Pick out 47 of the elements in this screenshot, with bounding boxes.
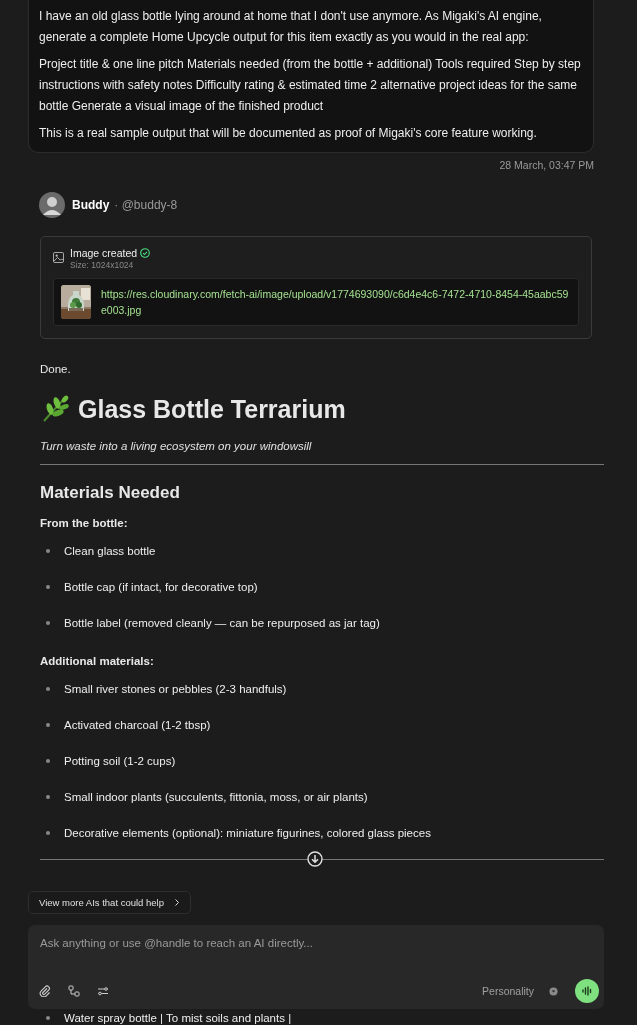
section-heading: Materials Needed [40, 483, 181, 503]
group-label: From the bottle: [40, 517, 129, 529]
list-item: Bottle label (removed cleanly — can be repurposed as jar tag) [64, 617, 380, 629]
list-item: Small indoor plants (succulents, fittonia, moss, or air plants) [64, 791, 368, 803]
bullet-icon [46, 831, 50, 835]
message-text: Project title & one line pitch Materials needed (from the bottle + additional) Tools required Step by step instructions with safety notes Difficulty rating & estimated time 2 alternative project ideas for the same bottle Generate a visual image of the finished product [39, 56, 582, 115]
view-more-button[interactable]: View more AIs that could help [28, 891, 191, 914]
list-item: Activated charcoal (1-2 tbsp) [64, 719, 211, 731]
bullet-icon [46, 723, 50, 727]
message-text: I have an old glass bottle lying around at home that I don't use anymore. As Migaki's AI engine, generate a complete Home Upcycle output for this item exactly as you would in the real app: [39, 8, 543, 46]
personality-label: Personality [482, 985, 534, 997]
bullet-icon [46, 759, 50, 763]
avatar-icon [39, 192, 65, 218]
leaf-icon [40, 394, 70, 424]
image-size: Size: 1024x1024 [70, 260, 135, 270]
list-item: Small river stones or pebbles (2-3 handfuls) [64, 683, 287, 695]
timestamp: 28 March, 03:47 PM [498, 159, 594, 171]
list-item: Bottle cap (if intact, for decorative top) [64, 581, 258, 593]
list-item: Decorative elements (optional): miniature figurines, colored glass pieces [64, 827, 431, 839]
message-text: This is a real sample output that will be documented as proof of Migaki's core feature working. [39, 125, 538, 142]
scroll-down-button[interactable] [307, 851, 323, 867]
bullet-icon [46, 1016, 50, 1020]
chevron-right-icon [174, 898, 180, 907]
tagline: Turn waste into a living ecosystem on your windowsill [40, 440, 313, 452]
bullet-icon [46, 795, 50, 799]
image-icon [53, 252, 64, 263]
message-input[interactable]: Ask anything or use @handle to reach an AI directly... [40, 933, 592, 953]
image-link[interactable]: https://res.cloudinary.com/fetch-ai/image/upload/v1774693090/c6d4e4c6-7472-4710-8454-45aabc59e003.jpg [101, 286, 571, 318]
author-name: Buddy [72, 198, 110, 212]
nodes-icon[interactable] [68, 985, 80, 997]
bullet-icon [46, 549, 50, 553]
swap-icon[interactable] [97, 985, 109, 997]
list-item: Water spray bottle | To mist soils and plants | [64, 1012, 292, 1024]
bullet-icon [46, 621, 50, 625]
project-title: Glass Bottle Terrarium [78, 394, 346, 424]
card-title: Image created [70, 247, 138, 259]
list-item: Clean glass bottle [64, 545, 156, 557]
author-handle: · @buddy-8 [114, 198, 178, 212]
bullet-icon [46, 585, 50, 589]
dropdown-icon[interactable] [549, 986, 558, 996]
message-text: Done. [40, 363, 72, 375]
group-label: Additional materials: [40, 655, 155, 667]
waveform-icon [581, 985, 593, 997]
bullet-icon [46, 687, 50, 691]
voice-button[interactable] [575, 979, 599, 1003]
list-item: Potting soil (1-2 cups) [64, 755, 176, 767]
attach-icon[interactable] [39, 985, 51, 997]
